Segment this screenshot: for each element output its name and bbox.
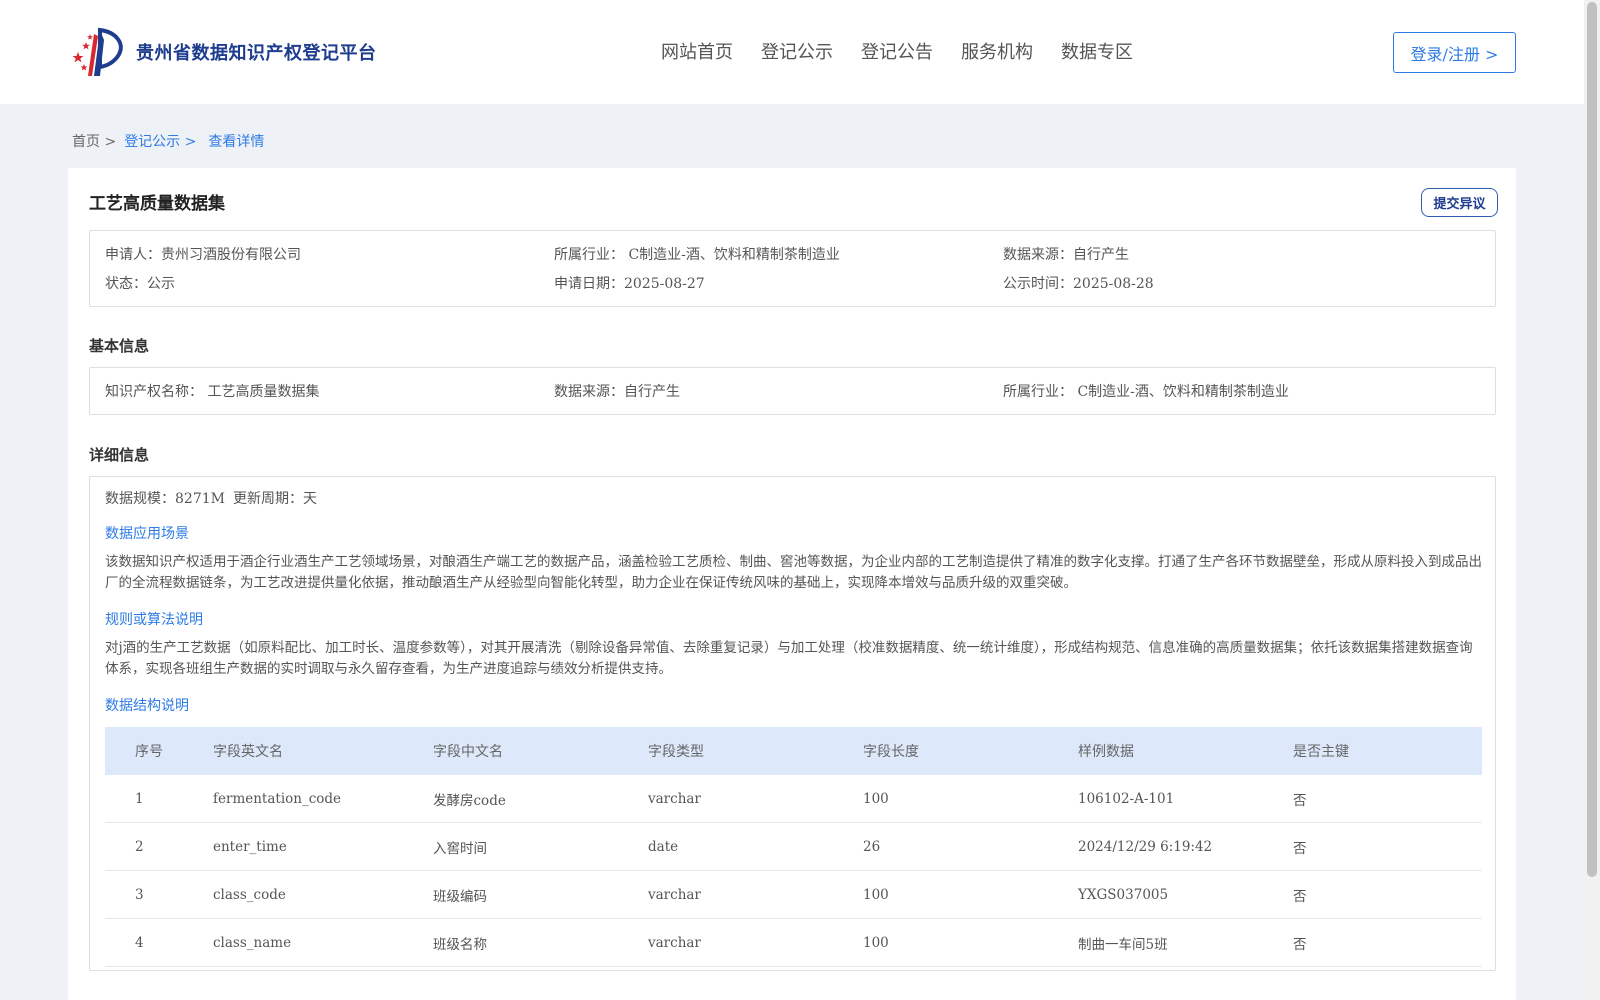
cell-field-cn: 入窖时间: [433, 840, 487, 857]
cell-field-en: class_name: [213, 934, 292, 951]
cell-field-type: date: [648, 838, 679, 855]
submit-objection-button[interactable]: 提交异议: [1421, 188, 1498, 217]
publish-time: 公示时间：2025-08-28: [1003, 276, 1154, 292]
cell-field-length: 100: [863, 886, 889, 903]
structure-title: 数据结构说明: [105, 698, 189, 714]
update-cycle: 更新周期：天: [233, 491, 317, 507]
cell-index: 2: [135, 838, 144, 855]
table-row: 2 enter_time 入窖时间 date 26 2024/12/29 6:1…: [105, 823, 1482, 871]
cell-sample: 制曲一车间5班: [1078, 936, 1168, 953]
cell-field-type: varchar: [648, 886, 701, 903]
nav-data-zone[interactable]: 数据专区: [1061, 38, 1133, 64]
cell-field-type: varchar: [648, 934, 701, 951]
header-primary-key: 是否主键: [1293, 744, 1349, 760]
page-scrollbar[interactable]: [1584, 0, 1600, 1000]
nav-home[interactable]: 网站首页: [661, 38, 733, 64]
cell-index: 4: [135, 934, 144, 951]
detail-card: 工艺高质量数据集 提交异议 申请人：贵州习酒股份有限公司 所属行业： C制造业-…: [68, 168, 1516, 1000]
summary-box: 申请人：贵州习酒股份有限公司 所属行业： C制造业-酒、饮料和精制茶制造业 数据…: [89, 230, 1496, 307]
rule-text: 对j酒的生产工艺数据（如原料配比、加工时长、温度参数等），对其开展清洗（剔除设备…: [105, 640, 1473, 677]
table-row: 3 class_code 班级编码 varchar 100 YXGS037005…: [105, 871, 1482, 919]
cell-field-cn: 发酵房code: [433, 792, 506, 809]
table-row: 4 class_name 班级名称 varchar 100 制曲一车间5班 否: [105, 919, 1482, 967]
site-title: 贵州省数据知识产权登记平台: [136, 43, 377, 64]
breadcrumb-registry[interactable]: 登记公示 >: [124, 131, 196, 151]
data-scale: 数据规模：8271M: [105, 491, 225, 507]
cell-sample: 106102-A-101: [1078, 790, 1175, 807]
site-logo[interactable]: 贵州省数据知识产权登记平台: [70, 26, 377, 78]
basic-info-title: 基本信息: [89, 337, 150, 355]
cell-primary-key: 否: [1293, 888, 1307, 905]
cell-field-length: 100: [863, 790, 889, 807]
cell-field-cn: 班级编码: [433, 888, 487, 905]
header-field-type: 字段类型: [648, 744, 704, 760]
rule-title: 规则或算法说明: [105, 612, 203, 628]
main-nav: 网站首页 登记公示 登记公告 服务机构 数据专区: [661, 38, 1161, 64]
header-sample: 样例数据: [1078, 744, 1134, 760]
breadcrumb-current: 查看详情: [208, 134, 265, 150]
cell-index: 3: [135, 886, 144, 903]
cell-field-cn: 班级名称: [433, 936, 487, 953]
cell-index: 1: [135, 790, 144, 807]
data-source: 数据来源：自行产生: [1003, 247, 1129, 263]
cell-sample: YXGS037005: [1078, 886, 1169, 903]
scrollbar-thumb[interactable]: [1587, 2, 1597, 877]
detail-info-box: 数据规模：8271M 更新周期：天 数据应用场景 该数据知识产权适用于酒企行业酒…: [89, 476, 1496, 971]
nav-service-agencies[interactable]: 服务机构: [961, 38, 1033, 64]
cell-field-en: fermentation_code: [213, 790, 342, 807]
cell-primary-key: 否: [1293, 792, 1307, 809]
header-index: 序号: [135, 744, 163, 760]
page-title: 工艺高质量数据集: [89, 194, 225, 214]
cell-primary-key: 否: [1293, 840, 1307, 857]
ip-name: 知识产权名称： 工艺高质量数据集: [105, 384, 320, 400]
cell-field-en: enter_time: [213, 838, 287, 855]
site-header: 贵州省数据知识产权登记平台 网站首页 登记公示 登记公告 服务机构 数据专区 登…: [0, 0, 1584, 104]
scene-text: 该数据知识产权适用于酒企行业酒生产工艺领域场景，对酿酒生产端工艺的数据产品，涵盖…: [105, 554, 1482, 591]
table-row: 1 fermentation_code 发酵房code varchar 100 …: [105, 775, 1482, 823]
scene-title: 数据应用场景: [105, 526, 189, 542]
cell-field-length: 100: [863, 934, 889, 951]
applicant: 申请人：贵州习酒股份有限公司: [105, 247, 301, 263]
industry: 所属行业： C制造业-酒、饮料和精制茶制造业: [554, 247, 840, 263]
apply-date: 申请日期：2025-08-27: [554, 276, 705, 292]
header-field-length: 字段长度: [863, 744, 919, 760]
data-structure-table: 序号 字段英文名 字段中文名 字段类型 字段长度 样例数据 是否主键 1 fer…: [105, 727, 1482, 967]
login-register-button[interactable]: 登录/注册 >: [1393, 32, 1516, 73]
cell-sample: 2024/12/29 6:19:42: [1078, 838, 1213, 855]
basic-data-source: 数据来源：自行产生: [554, 384, 680, 400]
table-header: 序号 字段英文名 字段中文名 字段类型 字段长度 样例数据 是否主键: [105, 727, 1482, 775]
nav-registry-announcement[interactable]: 登记公告: [861, 38, 933, 64]
logo-flag-icon: [72, 27, 123, 76]
nav-registry-notice[interactable]: 登记公示: [761, 38, 833, 64]
cell-primary-key: 否: [1293, 936, 1307, 953]
cell-field-type: varchar: [648, 790, 701, 807]
basic-info-box: 知识产权名称： 工艺高质量数据集 数据来源：自行产生 所属行业： C制造业-酒、…: [89, 367, 1496, 415]
header-field-en: 字段英文名: [213, 744, 283, 760]
breadcrumb: 首页 > 登记公示 > 查看详情: [72, 131, 264, 151]
breadcrumb-home[interactable]: 首页 >: [72, 131, 116, 151]
detail-info-title: 详细信息: [89, 446, 150, 464]
cell-field-length: 26: [863, 838, 881, 855]
status: 状态：公示: [105, 276, 175, 292]
header-field-cn: 字段中文名: [433, 744, 503, 760]
cell-field-en: class_code: [213, 886, 286, 903]
basic-industry: 所属行业： C制造业-酒、饮料和精制茶制造业: [1003, 384, 1289, 400]
